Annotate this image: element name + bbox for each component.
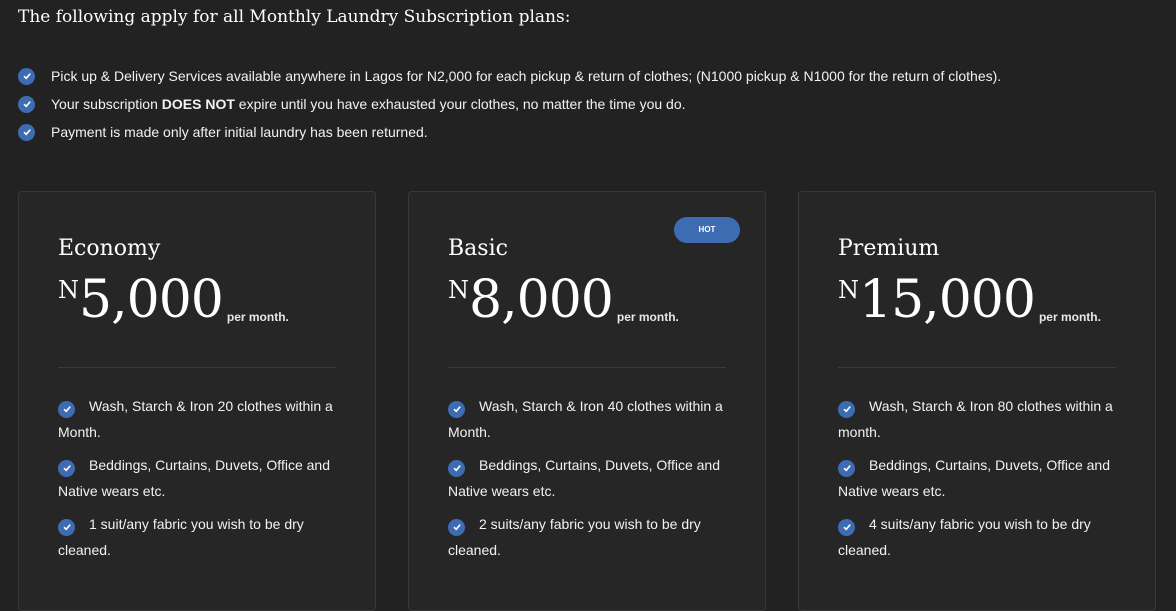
plan-name: Basic (448, 236, 508, 261)
plan-price: N 15,000 per month. (838, 270, 1101, 330)
divider (838, 367, 1116, 368)
plan-price: N 5,000 per month. (58, 270, 289, 330)
note-text: Payment is made only after initial laund… (51, 124, 428, 140)
plan-card-premium[interactable]: Premium N 15,000 per month. Wash, Starch… (798, 191, 1156, 611)
feature-text: Wash, Starch & Iron 40 clothes within a … (448, 398, 723, 440)
check-circle-icon (448, 459, 465, 477)
feature-list: Wash, Starch & Iron 80 clothes within a … (838, 393, 1128, 570)
feature-text: 4 suits/any fabric you wish to be dry cl… (838, 516, 1091, 558)
plan-card-basic[interactable]: HOT Basic N 8,000 per month. Wash, Starc… (408, 191, 766, 611)
currency-symbol: N (58, 276, 79, 304)
plan-name: Premium (838, 236, 940, 261)
note-text: Your subscription DOES NOT expire until … (51, 96, 686, 112)
check-circle-icon (448, 518, 465, 536)
feature-item: 1 suit/any fabric you wish to be dry cle… (58, 511, 348, 563)
feature-list: Wash, Starch & Iron 40 clothes within a … (448, 393, 738, 570)
note-text-part: expire until you have exhausted your clo… (234, 96, 686, 112)
plan-price: N 8,000 per month. (448, 270, 679, 330)
feature-item: Wash, Starch & Iron 20 clothes within a … (58, 393, 348, 445)
feature-text: Wash, Starch & Iron 20 clothes within a … (58, 398, 333, 440)
price-amount: 5,000 (79, 270, 224, 330)
check-circle-icon (18, 67, 35, 85)
check-circle-icon (18, 123, 35, 141)
check-circle-icon (58, 400, 75, 418)
price-period: per month. (226, 310, 289, 324)
feature-item: Wash, Starch & Iron 80 clothes within a … (838, 393, 1128, 445)
note-item: Payment is made only after initial laund… (18, 118, 1001, 146)
feature-text: Beddings, Curtains, Duvets, Office and N… (838, 457, 1110, 499)
feature-item: Beddings, Curtains, Duvets, Office and N… (58, 452, 348, 504)
note-item: Pick up & Delivery Services available an… (18, 62, 1001, 90)
feature-text: Wash, Starch & Iron 80 clothes within a … (838, 398, 1113, 440)
feature-text: 2 suits/any fabric you wish to be dry cl… (448, 516, 701, 558)
check-circle-icon (838, 459, 855, 477)
price-amount: 15,000 (859, 270, 1036, 330)
check-circle-icon (18, 95, 35, 113)
note-text: Pick up & Delivery Services available an… (51, 68, 1002, 84)
note-item: Your subscription DOES NOT expire until … (18, 90, 1001, 118)
check-circle-icon (838, 400, 855, 418)
check-circle-icon (448, 400, 465, 418)
feature-text: Beddings, Curtains, Duvets, Office and N… (448, 457, 720, 499)
check-circle-icon (58, 518, 75, 536)
currency-symbol: N (448, 276, 469, 304)
feature-item: 2 suits/any fabric you wish to be dry cl… (448, 511, 738, 563)
page-heading: The following apply for all Monthly Laun… (18, 7, 571, 27)
feature-item: Wash, Starch & Iron 40 clothes within a … (448, 393, 738, 445)
feature-item: Beddings, Curtains, Duvets, Office and N… (838, 452, 1128, 504)
plan-name: Economy (58, 236, 161, 261)
feature-item: Beddings, Curtains, Duvets, Office and N… (448, 452, 738, 504)
note-emphasis: DOES NOT (161, 96, 235, 112)
feature-text: Beddings, Curtains, Duvets, Office and N… (58, 457, 330, 499)
divider (448, 367, 726, 368)
check-circle-icon (58, 459, 75, 477)
price-period: per month. (1038, 310, 1101, 324)
feature-item: 4 suits/any fabric you wish to be dry cl… (838, 511, 1128, 563)
subscription-notes: Pick up & Delivery Services available an… (18, 62, 1001, 146)
feature-list: Wash, Starch & Iron 20 clothes within a … (58, 393, 348, 570)
note-text-part: Your subscription (51, 96, 162, 112)
price-amount: 8,000 (469, 270, 614, 330)
hot-badge: HOT (674, 217, 740, 243)
divider (58, 367, 336, 368)
feature-text: 1 suit/any fabric you wish to be dry cle… (58, 516, 304, 558)
check-circle-icon (838, 518, 855, 536)
currency-symbol: N (838, 276, 859, 304)
plan-card-economy[interactable]: Economy N 5,000 per month. Wash, Starch … (18, 191, 376, 611)
price-period: per month. (616, 310, 679, 324)
